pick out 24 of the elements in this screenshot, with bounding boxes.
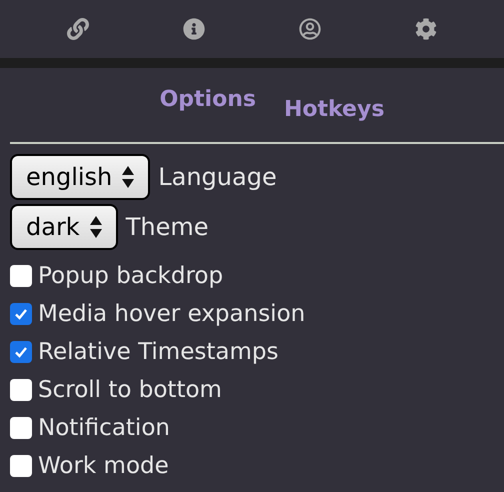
checkbox[interactable]	[10, 455, 32, 477]
sort-arrows-icon	[122, 166, 134, 188]
sort-arrows-icon	[90, 216, 102, 238]
info-icon[interactable]	[183, 18, 205, 40]
checkbox[interactable]	[10, 303, 32, 325]
tab[interactable]: Options	[160, 83, 256, 116]
field-label: Language	[158, 162, 277, 193]
field-label: Theme	[126, 212, 208, 243]
checkbox[interactable]	[10, 341, 32, 363]
checkbox-label: Notification	[38, 416, 170, 440]
dropdown[interactable]: english	[10, 154, 150, 200]
link-icon[interactable]	[67, 18, 89, 40]
checkbox[interactable]	[10, 379, 32, 401]
checkbox-label: Relative Timestamps	[38, 340, 278, 364]
checkbox-label: Media hover expansion	[38, 302, 306, 326]
dropdown[interactable]: dark	[10, 204, 118, 250]
checkbox[interactable]	[10, 265, 32, 287]
user-icon[interactable]	[299, 18, 321, 40]
checkbox-label: Work mode	[38, 454, 169, 478]
checkbox-label: Scroll to bottom	[38, 378, 222, 402]
settings-icon[interactable]	[415, 18, 437, 40]
checkbox-label: Popup backdrop	[38, 264, 224, 288]
tab[interactable]: Hotkeys	[284, 93, 384, 126]
checkbox[interactable]	[10, 417, 32, 439]
